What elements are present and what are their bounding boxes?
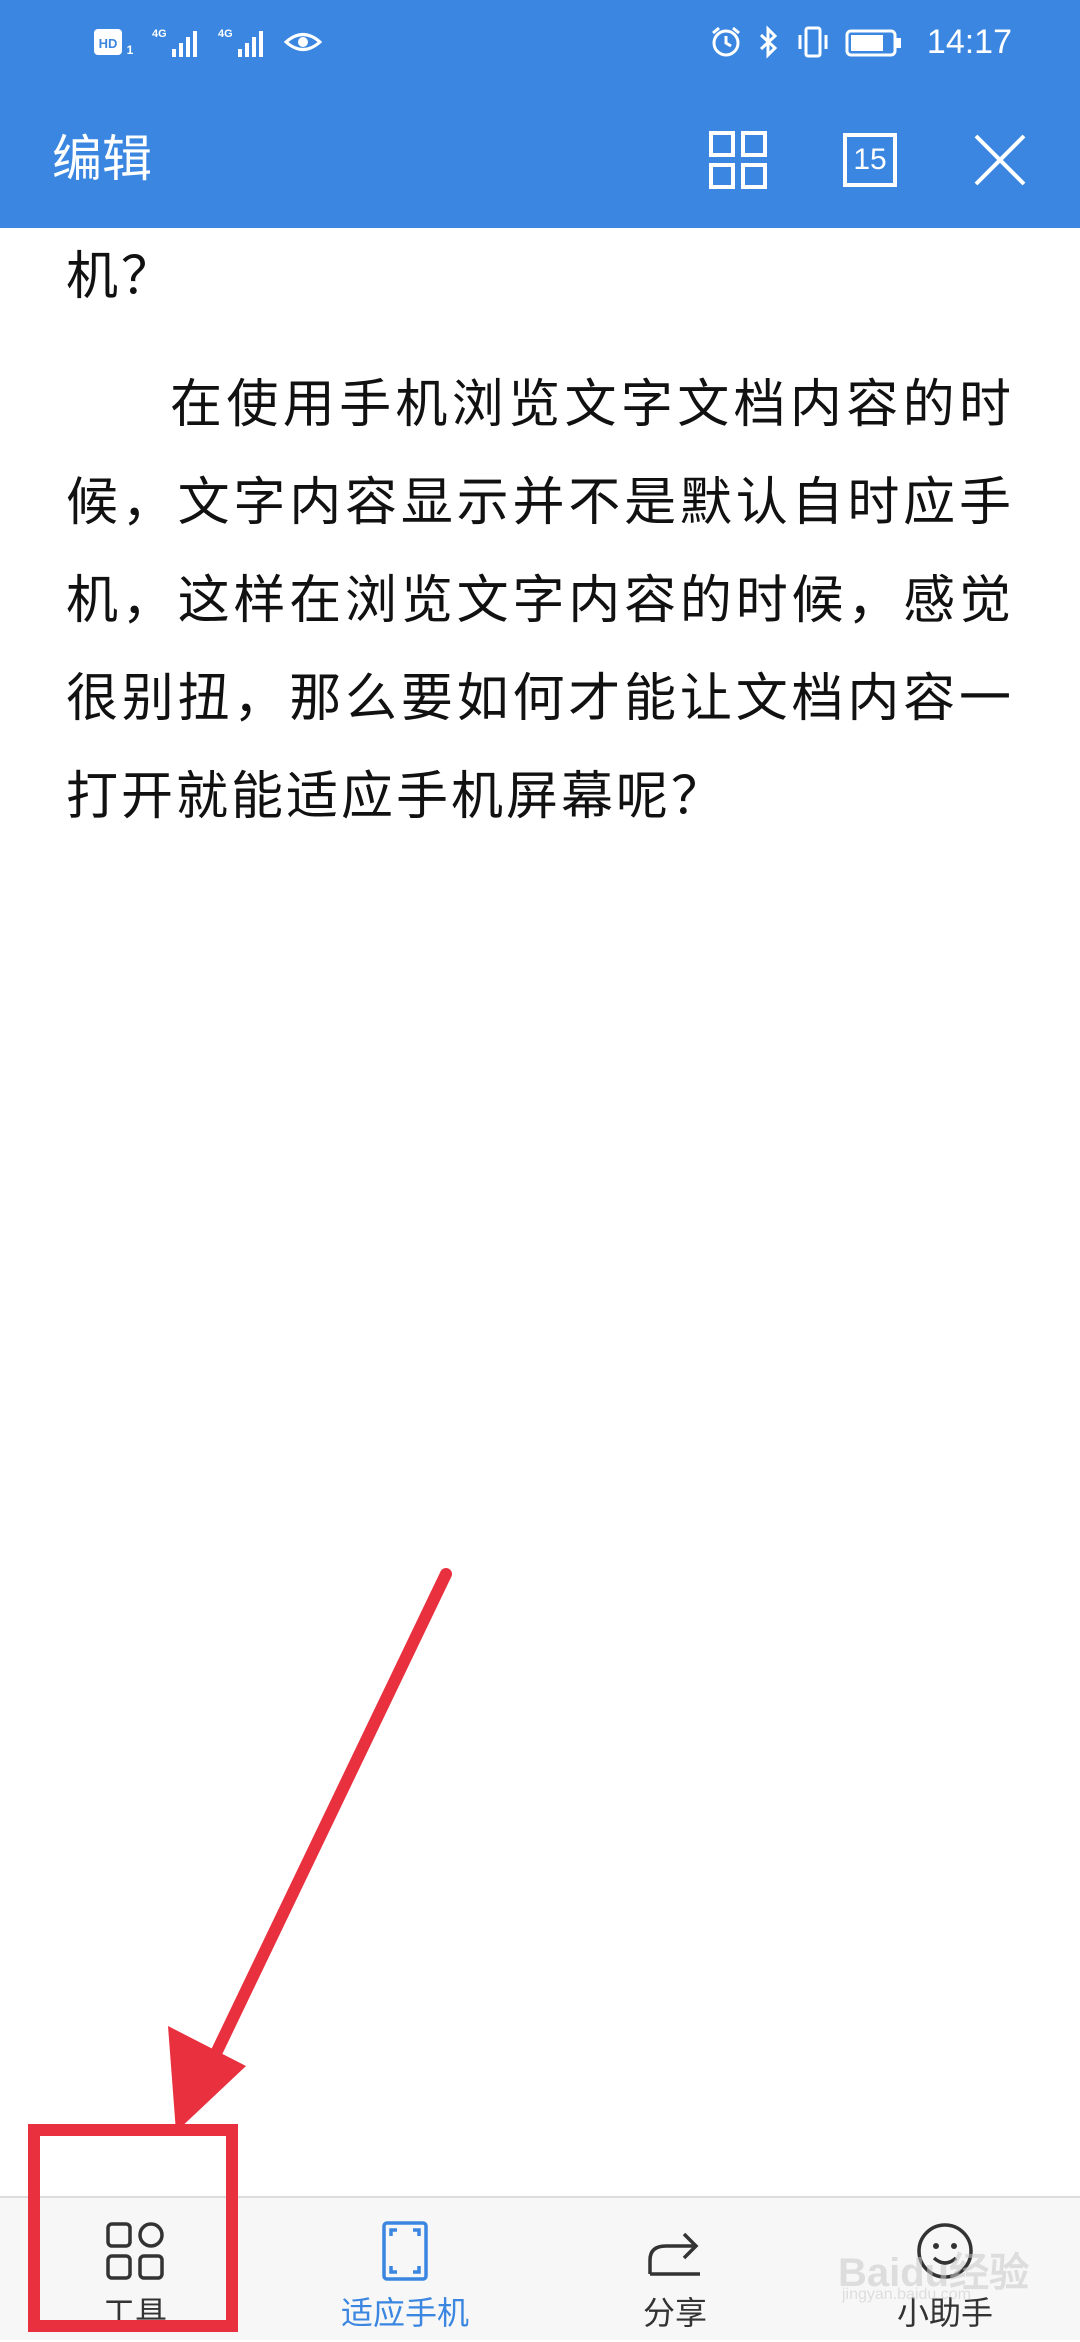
grid-icon	[709, 131, 767, 189]
fit-phone-button[interactable]: 适应手机	[270, 2198, 540, 2342]
hd-label: HD	[99, 36, 118, 51]
bottom-toolbar: 工具 适应手机 分享 小助手	[0, 2196, 1080, 2340]
battery-icon	[845, 29, 901, 57]
status-left: HD 1 4G 4G	[92, 20, 322, 64]
assistant-button[interactable]: 小助手	[810, 2198, 1080, 2342]
status-time: 14:17	[926, 22, 1012, 61]
document-text-top: 机？	[66, 247, 177, 307]
share-icon	[648, 2232, 700, 2276]
apps-grid-icon	[106, 2222, 164, 2280]
net-label-2: 4G	[218, 28, 233, 40]
hd-sub-label: 1	[127, 43, 134, 57]
page-count-button[interactable]: 15	[830, 120, 910, 200]
alarm-icon	[711, 26, 740, 57]
status-right: 14:17	[709, 20, 1012, 64]
hd-icon: HD 1	[94, 29, 134, 57]
page-count-badge: 15	[843, 133, 897, 187]
fit-phone-icon	[382, 2221, 428, 2281]
title-bar: 编辑 15	[0, 84, 1080, 228]
status-bar: HD 1 4G 4G 14:17	[0, 0, 1080, 84]
app-header: HD 1 4G 4G 14:17 编辑 15	[0, 0, 1080, 228]
grid-view-button[interactable]	[698, 120, 778, 200]
assistant-icon	[917, 2223, 973, 2279]
eye-icon	[284, 33, 322, 51]
document-paragraph: 在使用手机浏览文字文档内容的时候，文字内容显示并不是默认自时应手机，这样在浏览文…	[66, 375, 1014, 827]
tools-button[interactable]: 工具	[0, 2198, 270, 2342]
bluetooth-icon	[759, 25, 778, 59]
fit-phone-label: 适应手机	[340, 2294, 469, 2332]
net-label-1: 4G	[152, 28, 167, 40]
close-icon	[974, 134, 1026, 186]
share-label: 分享	[642, 2294, 707, 2332]
vibrate-icon	[798, 26, 828, 58]
edit-button[interactable]: 编辑	[52, 124, 152, 194]
assistant-label: 小助手	[896, 2294, 993, 2332]
signal-icon-1: 4G	[152, 28, 197, 57]
signal-icon-2: 4G	[218, 28, 263, 57]
document-content: 机？ 在使用手机浏览文字文档内容的时候，文字内容显示并不是默认自时应手机，这样在…	[66, 228, 1014, 846]
share-button[interactable]: 分享	[540, 2198, 810, 2342]
tools-label: 工具	[102, 2294, 167, 2332]
close-button[interactable]	[960, 120, 1040, 200]
